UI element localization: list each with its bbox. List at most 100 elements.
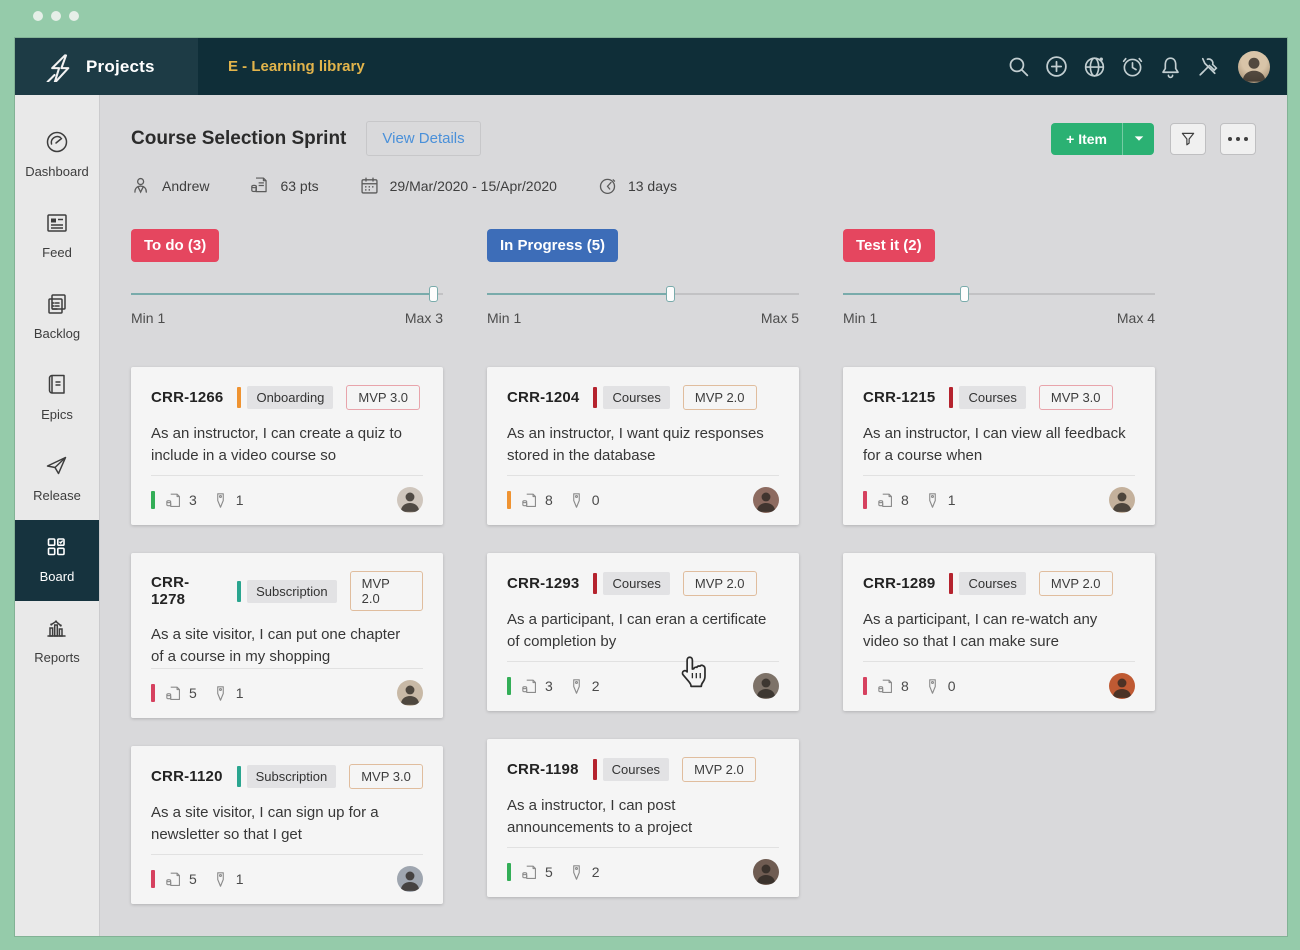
card-id: CRR-1204 [507,389,579,406]
sidebar-item-label: Board [40,569,75,584]
project-tab[interactable]: E - Learning library [198,38,395,95]
wip-limit-slider[interactable] [843,286,1155,302]
slider-fill [843,293,965,295]
story-card[interactable]: CRR-1278 Subscription MVP 2.0 As a site … [131,553,443,718]
story-card[interactable]: CRR-1215 Courses MVP 3.0 As an instructo… [843,367,1155,525]
assignee-avatar[interactable] [753,859,779,885]
view-details-button[interactable]: View Details [366,121,480,156]
add-new-icon[interactable] [1044,54,1069,79]
sidebar-item-epics[interactable]: Epics [15,358,99,439]
window-dot[interactable] [69,11,79,21]
story-card[interactable]: CRR-1293 Courses MVP 2.0 As a participan… [487,553,799,711]
slider-thumb[interactable] [960,286,969,302]
sprint-points: 63 pts [249,175,318,196]
add-item-dropdown[interactable] [1123,123,1154,155]
wip-limit-slider[interactable] [487,286,799,302]
topbar-actions [1006,38,1287,95]
card-tag[interactable]: Courses [593,572,669,595]
points-value: 63 pts [280,178,318,194]
story-card[interactable]: CRR-1198 Courses MVP 2.0 As a instructor… [487,739,799,897]
tags-count: 2 [592,678,600,694]
slider-thumb[interactable] [429,286,438,302]
sidebar-item-label: Epics [41,407,73,422]
assignee-avatar[interactable] [753,487,779,513]
card-tag[interactable]: Subscription [237,580,337,603]
slider-max-label: Max 5 [761,310,799,326]
tag-label: Courses [959,386,1025,409]
estimation-points-icon [164,491,183,510]
column-header-badge[interactable]: Test it (2) [843,229,935,262]
card-version-chip[interactable]: MVP 2.0 [682,757,756,782]
card-version-chip[interactable]: MVP 2.0 [683,571,757,596]
assignee-avatar[interactable] [753,673,779,699]
slider-thumb[interactable] [666,286,675,302]
estimation-points-icon [520,491,539,510]
assignee-avatar[interactable] [397,680,423,706]
sprint-duration: 13 days [597,175,677,196]
window-dot[interactable] [51,11,61,21]
card-version-chip[interactable]: MVP 2.0 [683,385,757,410]
sidebar-item-dashboard[interactable]: Dashboard [15,115,99,196]
story-card[interactable]: CRR-1266 Onboarding MVP 3.0 As an instru… [131,367,443,525]
tags-count: 1 [236,492,244,508]
card-version-chip[interactable]: MVP 3.0 [1039,385,1113,410]
sprints-logo-icon [43,52,73,82]
card-version-chip[interactable]: MVP 3.0 [349,764,423,789]
card-version-chip[interactable]: MVP 2.0 [1039,571,1113,596]
notifications-bell-icon[interactable] [1158,54,1183,79]
sidebar-item-release[interactable]: Release [15,439,99,520]
calendar-icon [359,175,380,196]
assignee-avatar[interactable] [1109,487,1135,513]
more-options-button[interactable] [1220,123,1256,155]
tags-count: 1 [236,685,244,701]
app-brand[interactable]: Projects [15,38,198,95]
tools-settings-icon[interactable] [1196,54,1221,79]
column-header-badge[interactable]: To do (3) [131,229,219,262]
tag-count-icon [211,684,230,703]
sidebar-item-board[interactable]: Board [15,520,99,601]
card-version-chip[interactable]: MVP 2.0 [350,571,423,611]
assignee-avatar[interactable] [397,487,423,513]
search-icon[interactable] [1006,54,1031,79]
sidebar-item-reports[interactable]: Reports [15,601,99,682]
sidebar-item-backlog[interactable]: Backlog [15,277,99,358]
card-version-chip[interactable]: MVP 3.0 [346,385,420,410]
board-grid-icon [44,534,70,560]
sprint-owner[interactable]: Andrew [131,175,209,196]
card-id: CRR-1293 [507,575,579,592]
slider-fill [487,293,671,295]
sidebar-item-feed[interactable]: Feed [15,196,99,277]
assignee-avatar[interactable] [397,866,423,892]
column-header-badge[interactable]: In Progress (5) [487,229,618,262]
avatar-silhouette-icon [397,866,423,892]
funnel-filter-icon [1179,130,1197,148]
add-item-button[interactable]: + Item [1051,123,1123,155]
globe-icon[interactable] [1082,54,1107,79]
card-tag[interactable]: Courses [949,572,1025,595]
window-dot[interactable] [33,11,43,21]
card-tag[interactable]: Onboarding [237,386,333,409]
card-tag[interactable]: Courses [593,758,669,781]
sprint-meta-row: Andrew 63 pts 29/Mar/2020 - 15/Apr/2020 … [131,175,1256,196]
story-card[interactable]: CRR-1120 Subscription MVP 3.0 As a site … [131,746,443,904]
owner-person-icon [131,175,152,196]
card-tag[interactable]: Courses [949,386,1025,409]
tag-color-bar [237,581,241,602]
column-test-it: Test it (2) Min 1 Max 4 CRR-1215 [843,229,1155,904]
priority-bar [863,491,867,509]
story-card[interactable]: CRR-1289 Courses MVP 2.0 As a participan… [843,553,1155,711]
story-card[interactable]: CRR-1204 Courses MVP 2.0 As an instructo… [487,367,799,525]
wip-limit-slider[interactable] [131,286,443,302]
card-tag[interactable]: Subscription [237,765,337,788]
tag-count-icon [567,677,586,696]
assignee-avatar[interactable] [1109,673,1135,699]
window-controls[interactable] [33,11,79,21]
card-list: CRR-1266 Onboarding MVP 3.0 As an instru… [131,367,443,904]
card-tag[interactable]: Courses [593,386,669,409]
user-avatar[interactable] [1238,51,1270,83]
recent-activity-icon[interactable] [1120,54,1145,79]
filter-button[interactable] [1170,123,1206,155]
points-count: 5 [189,871,197,887]
tag-count-icon [211,491,230,510]
tag-color-bar [593,387,597,408]
